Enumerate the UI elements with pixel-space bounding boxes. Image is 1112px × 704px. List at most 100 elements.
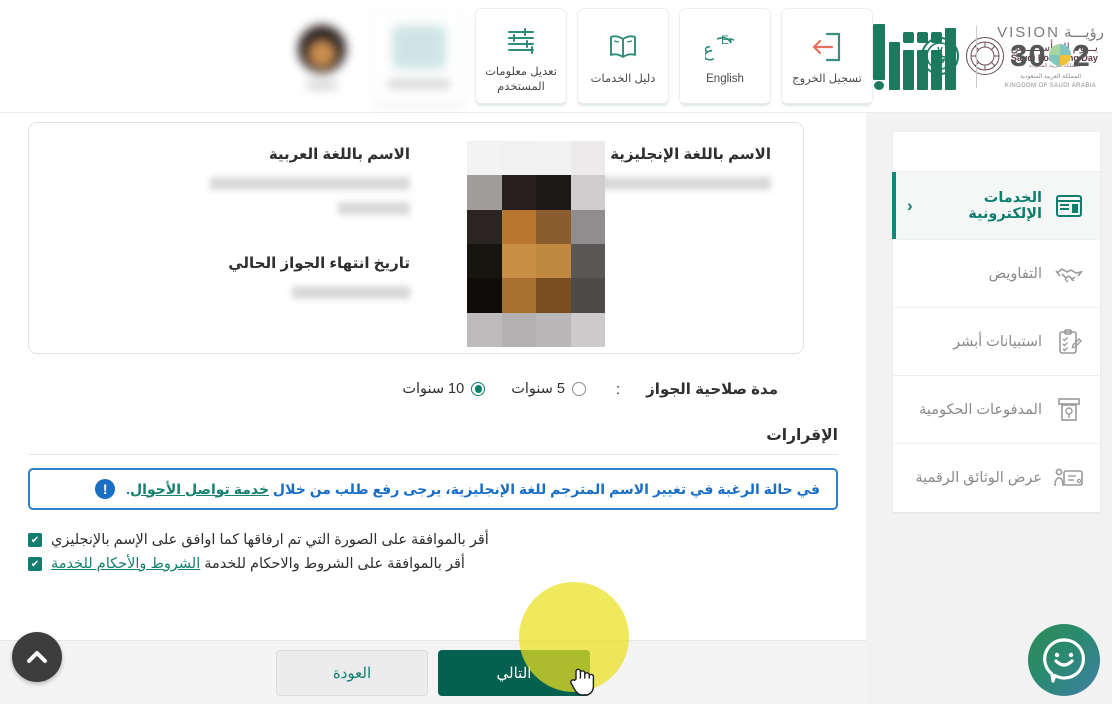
form-action-bar: التالي العودة <box>0 640 866 704</box>
absher-mark-bar <box>945 27 957 90</box>
name-arabic-value <box>61 177 410 220</box>
avatar-name-placeholder <box>307 80 337 89</box>
clipboard-surveys-icon <box>1052 327 1086 357</box>
scroll-to-top-button[interactable] <box>12 632 62 682</box>
name-arabic-label: الاسم باللغة العربية <box>268 146 410 163</box>
redacted-value <box>292 286 410 299</box>
government-payments-icon <box>1052 395 1086 425</box>
passport-expiry-row: تاريخ انتهاء الجواز الحالي <box>29 220 803 304</box>
tile-logout-label: تسجيل الخروج <box>792 73 862 86</box>
blurred-tile-graphic <box>392 24 446 70</box>
passport-expiry-label: تاريخ انتهاء الجواز الحالي <box>228 255 410 272</box>
info-exclamation-icon: ! <box>95 479 116 499</box>
handshake-delegations-icon <box>1052 259 1086 289</box>
sidebar-item-label: المدفوعات الحكومية <box>919 401 1042 418</box>
declarations-title: الإقرارات <box>766 427 838 444</box>
sidebar-item-delegations[interactable]: التفاويض <box>893 240 1100 308</box>
services-guide-book-icon <box>603 24 643 70</box>
alert-link[interactable]: خدمة تواصل الأحوال <box>130 481 269 497</box>
tile-user-settings-label: تعديل معلومات المستخدم <box>485 66 557 93</box>
redacted-value <box>338 202 410 215</box>
declaration-terms-consent-label: أقر بالموافقة على الشروط والاحكام للخدمة… <box>51 556 465 572</box>
declarations-divider <box>28 454 838 455</box>
radio-10-years-indicator[interactable] <box>471 382 486 396</box>
user-settings-sliders-icon <box>501 17 541 63</box>
redacted-value <box>210 177 410 190</box>
header-brand-logos: رؤيـــة VISION 2 30 المملكة العربية السع… <box>859 0 1104 113</box>
tile-services-guide-label: دليل الخدمات <box>590 73 656 86</box>
field-name-arabic: الاسم باللغة العربية <box>55 145 416 220</box>
sidebar-item-digital-documents[interactable]: عرض الوثائق الرقمية <box>893 444 1100 512</box>
chevron-left-icon: ‹ <box>907 195 913 215</box>
sidebar-item-surveys[interactable]: استبيانات أبشر <box>893 308 1100 376</box>
main-content: الاسم باللغة الإنجليزية الاسم باللغة الع… <box>0 113 866 704</box>
sidebar-item-electronic-services[interactable]: الخدمات الإلكترونية ‹ <box>892 172 1100 240</box>
vision-sub-en: KINGDOM OF SAUDI ARABIA <box>1004 82 1097 89</box>
alert-text: في حالة الرغبة في تغيير الاسم المترجم لل… <box>126 481 820 498</box>
radio-5-years-indicator[interactable] <box>572 382 586 396</box>
name-fields-row: الاسم باللغة الإنجليزية الاسم باللغة الع… <box>29 123 803 220</box>
declaration-terms-consent-row[interactable]: ✔ أقر بالموافقة على الشروط والاحكام للخد… <box>28 556 838 572</box>
logout-icon <box>807 24 847 70</box>
app-header: يـــوم الـتـأســيــس Saudi Founding Day … <box>0 0 1112 113</box>
digital-documents-icon <box>1052 463 1086 493</box>
passport-expiry-value <box>61 286 410 304</box>
vision-num-right: 30 <box>1010 37 1047 73</box>
vision-num-left: 2 <box>1072 37 1091 73</box>
declaration-photo-consent-label: أقر بالموافقة على الصورة التي تم ارفاقها… <box>51 532 489 548</box>
sidebar-top-strip <box>893 132 1100 172</box>
chatbot-button[interactable] <box>1028 624 1100 696</box>
blurred-tile-label-placeholder <box>388 79 450 88</box>
sidebar-item-label: التفاويض <box>988 265 1042 282</box>
terms-text-before: أقر بالموافقة على الشروط والاحكام للخدمة <box>200 556 465 572</box>
blurred-tile-icon[interactable] <box>373 7 465 106</box>
vision-number: 2 30 <box>997 40 1104 71</box>
applicant-photo-pixelated <box>467 141 605 347</box>
next-button[interactable]: التالي <box>438 649 590 696</box>
chatbot-smiley-icon <box>1043 638 1085 683</box>
user-avatar-icon[interactable] <box>276 8 368 106</box>
declaration-checkboxes: ✔ أقر بالموافقة على الصورة التي تم ارفاق… <box>28 532 838 572</box>
vision-2030-logo: رؤيـــة VISION 2 30 المملكة العربية السع… <box>997 25 1104 89</box>
tile-services-guide[interactable]: دليل الخدمات <box>577 7 669 106</box>
radio-option-5-years[interactable]: 5 سنوات <box>511 381 586 397</box>
sidebar-item-label: استبيانات أبشر <box>953 333 1042 350</box>
vision-emblem-icon <box>1048 44 1071 66</box>
passport-validity-label: مدة صلاحية الجواز <box>646 381 778 398</box>
absher-logo[interactable] <box>873 23 957 90</box>
alert-text-before: في حالة الرغبة في تغيير الاسم المترجم لل… <box>269 480 820 497</box>
tile-language[interactable]: ع E English <box>679 7 771 106</box>
name-change-info-alert: ! في حالة الرغبة في تغيير الاسم المترجم … <box>28 468 838 510</box>
radio-option-10-years[interactable]: 10 سنوات <box>402 381 486 397</box>
declaration-photo-consent-checkbox[interactable]: ✔ <box>28 533 42 547</box>
sidebar-card: الخدمات الإلكترونية ‹ التفاويض استبيانات… <box>892 132 1100 512</box>
language-toggle-icon: ع E <box>705 24 745 70</box>
chevron-up-icon <box>27 651 47 663</box>
radio-10-years-label: 10 سنوات <box>402 381 465 397</box>
back-button[interactable]: العودة <box>276 649 428 696</box>
sidebar: الخدمات الإلكترونية ‹ التفاويض استبيانات… <box>880 113 1112 512</box>
field-passport-expiry: تاريخ انتهاء الجواز الحالي <box>55 254 416 304</box>
absher-mark-group <box>903 31 943 90</box>
terms-and-conditions-link[interactable]: الشروط والأحكام للخدمة <box>51 556 200 572</box>
declaration-photo-consent-row[interactable]: ✔ أقر بالموافقة على الصورة التي تم ارفاق… <box>28 532 838 548</box>
svg-text:ع: ع <box>705 39 715 61</box>
passport-validity-row: مدة صلاحية الجواز : 5 سنوات 10 سنوات <box>0 354 866 399</box>
sidebar-item-label: عرض الوثائق الرقمية <box>915 470 1042 486</box>
declaration-terms-consent-checkbox[interactable]: ✔ <box>28 557 42 571</box>
page-body: الخدمات الإلكترونية ‹ التفاويض استبيانات… <box>0 113 1112 704</box>
sidebar-item-label: الخدمات الإلكترونية <box>968 189 1042 222</box>
electronic-services-icon <box>1052 191 1086 221</box>
logo-divider <box>976 25 978 88</box>
header-tiles: تسجيل الخروج ع E English دليل الخدمات تع… <box>276 0 878 113</box>
sidebar-item-government-payments[interactable]: المدفوعات الحكومية <box>893 376 1100 444</box>
absher-mark-bar-5 <box>889 41 901 90</box>
applicant-info-card: الاسم باللغة الإنجليزية الاسم باللغة الع… <box>28 122 804 354</box>
tile-user-settings[interactable]: تعديل معلومات المستخدم <box>475 7 567 106</box>
tile-language-label: English <box>706 73 744 86</box>
passport-validity-colon: : <box>616 380 621 398</box>
vision-sub-ar: المملكة العربية السعودية <box>1019 73 1082 80</box>
avatar <box>298 24 346 73</box>
radio-5-years-label: 5 سنوات <box>511 381 565 397</box>
absher-alef-icon <box>873 23 886 90</box>
